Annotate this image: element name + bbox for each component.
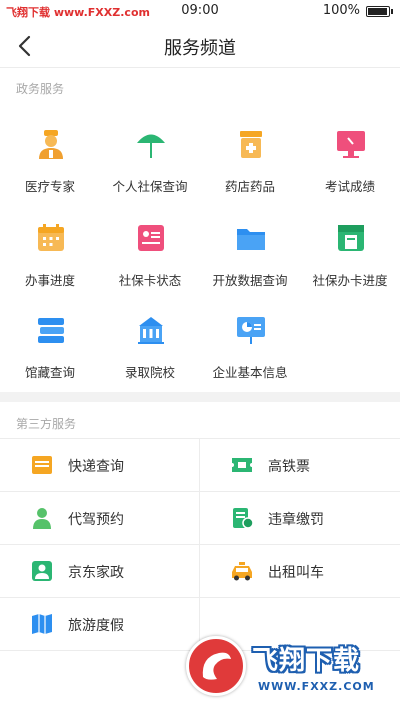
service-label: 高铁票 bbox=[268, 459, 310, 475]
service-label: 违章缴罚 bbox=[268, 512, 324, 528]
third-party-services-list: 快递查询 高铁票 代驾预约 违章缴罚 京东家政 出租叫车 旅游度假 bbox=[0, 438, 400, 651]
service-traffic-fine[interactable]: 违章缴罚 bbox=[200, 492, 399, 545]
watermark-badge: 飞翔下载 WWW.FXXZ.COM bbox=[186, 632, 396, 704]
service-express[interactable]: 快递查询 bbox=[0, 439, 199, 492]
map-icon bbox=[32, 614, 52, 634]
battery-fill bbox=[368, 8, 387, 15]
service-label: 出租叫车 bbox=[268, 565, 324, 581]
service-label: 快递查询 bbox=[68, 459, 124, 475]
service-housekeeping[interactable]: 京东家政 bbox=[0, 545, 199, 598]
service-label: 社保办卡进度 bbox=[312, 273, 388, 288]
service-exam-results[interactable]: 考试成绩 bbox=[300, 118, 400, 210]
battery-percent: 100% bbox=[322, 3, 360, 18]
watermark-brand: 飞翔下载 bbox=[252, 646, 361, 676]
watermark-logo-icon bbox=[186, 636, 246, 696]
service-label: 办事进度 bbox=[24, 273, 75, 288]
service-label: 开放数据查询 bbox=[212, 273, 288, 288]
umbrella-icon bbox=[137, 134, 165, 158]
service-taxi[interactable]: 出租叫车 bbox=[200, 545, 399, 598]
page-title: 服务频道 bbox=[164, 38, 236, 59]
ticket-icon bbox=[232, 458, 252, 472]
doctor-icon bbox=[39, 130, 63, 159]
service-label: 馆藏查询 bbox=[24, 365, 75, 380]
service-social-insurance[interactable]: 个人社保查询 bbox=[100, 118, 200, 210]
service-enterprise-info[interactable]: 企业基本信息 bbox=[200, 304, 300, 396]
service-pharmacy[interactable]: 药店药品 bbox=[200, 118, 300, 210]
service-label: 社保卡状态 bbox=[118, 273, 182, 288]
school-building-icon bbox=[138, 317, 164, 344]
section-divider bbox=[0, 392, 400, 402]
gov-section-label: 政务服务 bbox=[16, 82, 65, 96]
service-card-progress[interactable]: 社保办卡进度 bbox=[300, 212, 400, 304]
service-label: 医疗专家 bbox=[24, 179, 75, 194]
service-label: 考试成绩 bbox=[324, 179, 375, 194]
fine-document-icon bbox=[233, 508, 254, 529]
service-label: 个人社保查询 bbox=[112, 179, 188, 194]
housekeeping-icon bbox=[32, 561, 52, 581]
service-label: 京东家政 bbox=[68, 565, 124, 581]
package-icon bbox=[32, 456, 52, 474]
service-designated-driver[interactable]: 代驾预约 bbox=[0, 492, 199, 545]
nav-bar: 服务频道 bbox=[0, 24, 400, 68]
service-label: 企业基本信息 bbox=[212, 365, 288, 380]
service-label: 旅游度假 bbox=[68, 618, 124, 634]
service-doctor[interactable]: 医疗专家 bbox=[0, 118, 100, 210]
status-bar: 飞翔下载 www.FXXZ.com 09:00 100% bbox=[0, 0, 400, 24]
presentation-icon bbox=[237, 317, 265, 344]
service-train-ticket[interactable]: 高铁票 bbox=[200, 439, 399, 492]
service-travel[interactable]: 旅游度假 bbox=[0, 598, 199, 651]
driver-person-icon bbox=[33, 508, 51, 529]
service-label: 录取院校 bbox=[124, 365, 175, 380]
watermark-url: WWW.FXXZ.COM bbox=[258, 680, 375, 693]
books-icon bbox=[38, 318, 64, 343]
service-open-data[interactable]: 开放数据查询 bbox=[200, 212, 300, 304]
calendar-icon bbox=[38, 224, 64, 251]
service-library[interactable]: 馆藏查询 bbox=[0, 304, 100, 396]
taxi-icon bbox=[232, 562, 252, 581]
service-progress[interactable]: 办事进度 bbox=[0, 212, 100, 304]
card-reader-icon bbox=[338, 225, 364, 251]
medicine-box-icon bbox=[240, 131, 262, 158]
id-card-icon bbox=[138, 225, 164, 251]
battery-icon bbox=[366, 6, 393, 17]
service-card-status[interactable]: 社保卡状态 bbox=[100, 212, 200, 304]
third-party-section-label: 第三方服务 bbox=[16, 417, 77, 431]
service-label: 代驾预约 bbox=[68, 512, 124, 528]
monitor-icon bbox=[337, 131, 365, 158]
service-label: 药店药品 bbox=[224, 179, 275, 194]
service-admission[interactable]: 录取院校 bbox=[100, 304, 200, 396]
folder-icon bbox=[237, 229, 265, 250]
